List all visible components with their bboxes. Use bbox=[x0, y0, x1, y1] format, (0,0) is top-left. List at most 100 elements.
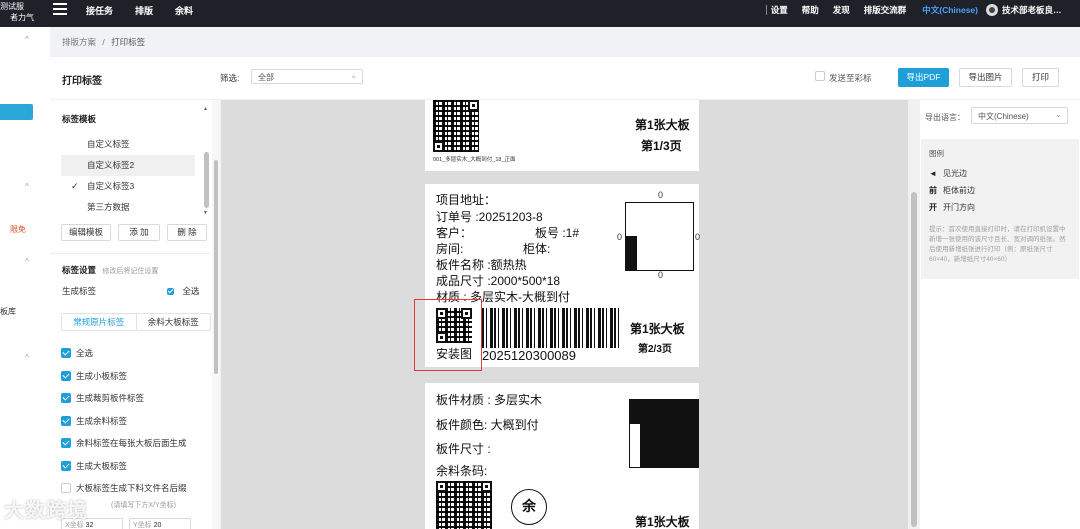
avatar[interactable] bbox=[986, 4, 998, 16]
qr-code bbox=[433, 100, 479, 152]
board-no: 板号 :1# bbox=[535, 226, 580, 240]
legend-row: 前 柜体前边 bbox=[929, 182, 1071, 199]
x-value: 32 bbox=[85, 522, 94, 529]
diagram-right-label: 0 bbox=[695, 232, 701, 242]
template-scrollbar[interactable]: ▲ ▼ bbox=[203, 106, 209, 216]
order-number: 订单号 :20251203-8 bbox=[436, 210, 543, 224]
y-value: 20 bbox=[153, 522, 162, 529]
checkbox[interactable] bbox=[61, 460, 71, 471]
panel-size: 板件尺寸 : bbox=[436, 442, 491, 456]
scroll-thumb[interactable] bbox=[204, 152, 209, 208]
qr-corner bbox=[433, 141, 444, 152]
option-label: 生成余料标签 bbox=[76, 415, 128, 426]
option-item[interactable]: 全选 bbox=[61, 342, 187, 365]
template-section-title: 标签模板 bbox=[62, 114, 97, 124]
filter-label: 筛选: bbox=[220, 73, 240, 83]
diagram-bottom-label: 0 bbox=[658, 270, 664, 280]
nav-community[interactable]: 排版交流群 bbox=[864, 4, 907, 16]
board-number: 第1张大板 bbox=[630, 322, 685, 336]
template-item-selected[interactable]: ✓ 自定义标签3 bbox=[61, 176, 195, 197]
option-item[interactable]: 生成大板标签 bbox=[61, 455, 187, 478]
option-item[interactable]: 生成裁剪板件标签 bbox=[61, 387, 187, 410]
export-pdf-button[interactable]: 导出PDF bbox=[898, 68, 949, 87]
page-number: 第1/3页 bbox=[641, 139, 682, 153]
user-name[interactable]: 技术部老板良… bbox=[1002, 4, 1080, 16]
visible-edge-icon: ◄ bbox=[929, 169, 937, 178]
checkbox[interactable] bbox=[61, 415, 71, 426]
export-language-value: 中文(Chinese) bbox=[978, 112, 1029, 121]
board-library-link[interactable]: 板库 bbox=[0, 306, 16, 317]
label-preview-area: 001_多层实木_大概到付_18_正面 第1张大板 第1/3页 项目地址： 订单… bbox=[221, 100, 908, 529]
diagram-top-label: 0 bbox=[658, 190, 664, 200]
label-card: 001_多层实木_大概到付_18_正面 第1张大板 第1/3页 bbox=[425, 100, 699, 171]
active-menu-item[interactable] bbox=[0, 104, 33, 120]
nav-remain[interactable]: 余料 bbox=[175, 4, 193, 17]
free-tag[interactable]: 限免 bbox=[10, 224, 26, 235]
brand-line2: 者力气 bbox=[10, 13, 34, 22]
remain-cutout bbox=[629, 423, 641, 468]
panel-color: 板件颜色: 大概到付 bbox=[436, 418, 539, 432]
option-item[interactable]: 余料标签在每张大板后面生成 bbox=[61, 432, 187, 455]
filter-select[interactable]: 全部 ⌄ bbox=[251, 69, 363, 84]
breadcrumb: 排版方案 / 打印标签 bbox=[50, 27, 1080, 56]
checkbox[interactable] bbox=[61, 370, 71, 381]
y-coordinate-field[interactable]: Y坐标 20 bbox=[129, 518, 191, 529]
scroll-thumb[interactable] bbox=[911, 192, 917, 527]
scroll-down-icon[interactable]: ▼ bbox=[203, 210, 208, 216]
scroll-up-icon[interactable]: ▲ bbox=[203, 106, 208, 112]
template-item[interactable]: 自定义标签 bbox=[61, 134, 195, 155]
select-all-toggle[interactable]: 全选 bbox=[167, 285, 199, 297]
print-tip: 提示：首次使用直接打印时，请在打印机设置中新增一张使用的该尺寸且长、宽对调的纸张… bbox=[929, 226, 1066, 263]
nav-help[interactable]: 帮助 bbox=[802, 4, 819, 16]
language-switch[interactable]: 中文(Chinese) bbox=[922, 4, 978, 16]
panel-material: 板件材质 : 多层实木 bbox=[436, 393, 543, 407]
export-language-select[interactable]: 中文(Chinese) ⌄ bbox=[971, 107, 1068, 124]
checkbox-unchecked[interactable] bbox=[61, 483, 71, 494]
label-card: 板件材质 : 多层实木 板件颜色: 大概到付 板件尺寸 : 余料条码: 余 第1… bbox=[425, 383, 699, 529]
template-item[interactable]: 自定义标签2 bbox=[61, 155, 195, 176]
select-all-checkbox[interactable] bbox=[167, 288, 174, 296]
send-checkbox[interactable] bbox=[815, 71, 825, 81]
chevron-up-icon[interactable]: ^ bbox=[25, 182, 29, 191]
remain-qr-code bbox=[436, 481, 492, 529]
add-template-button[interactable]: 添 加 bbox=[118, 224, 160, 241]
scroll-thumb[interactable] bbox=[214, 160, 218, 374]
toolbar: 打印标签 筛选: 全部 ⌄ 发送至彩标 导出PDF 导出图片 打印 bbox=[50, 57, 1080, 99]
chevron-down-icon: ⌄ bbox=[1055, 110, 1062, 119]
nav-discover[interactable]: 发现 bbox=[833, 4, 850, 16]
cabinet: 柜体: bbox=[523, 242, 551, 256]
print-button[interactable]: 打印 bbox=[1022, 68, 1059, 87]
tab-normal-labels[interactable]: 常规原片标签 bbox=[62, 314, 137, 330]
checkbox[interactable] bbox=[61, 393, 71, 404]
remain-barcode-label: 余料条码: bbox=[436, 464, 488, 478]
qr-corner bbox=[468, 100, 479, 111]
option-label: 余料标签在每张大板后面生成 bbox=[76, 438, 187, 449]
checkbox[interactable] bbox=[61, 438, 71, 449]
brand: 测试服 者力气 bbox=[0, 1, 44, 23]
delete-template-button[interactable]: 删 除 bbox=[167, 224, 207, 241]
label-type-tabs: 常规原片标签 余料大板标签 bbox=[61, 313, 211, 331]
chevron-up-icon[interactable]: ^ bbox=[25, 353, 29, 362]
option-item[interactable]: 生成余料标签 bbox=[61, 410, 187, 433]
option-item[interactable]: 生成小板标签 bbox=[61, 365, 187, 388]
remain-board-diagram bbox=[629, 399, 699, 468]
preview-scrollbar[interactable] bbox=[908, 100, 920, 529]
tab-remain-labels[interactable]: 余料大板标签 bbox=[137, 314, 211, 330]
chevron-up-icon[interactable]: ^ bbox=[25, 257, 29, 266]
nav-tasks[interactable]: 接任务 bbox=[86, 4, 113, 17]
breadcrumb-parent[interactable]: 排版方案 bbox=[62, 37, 96, 47]
checkbox[interactable] bbox=[61, 348, 71, 359]
export-image-button[interactable]: 导出图片 bbox=[959, 68, 1012, 87]
nav-layout[interactable]: 排版 bbox=[135, 4, 153, 17]
legend-row: 开 开门方向 bbox=[929, 199, 1071, 216]
nav-settings[interactable]: 设置 bbox=[771, 4, 788, 16]
customer: 客户： bbox=[436, 226, 473, 240]
chevron-up-icon[interactable]: ^ bbox=[25, 35, 29, 44]
edit-template-button[interactable]: 编辑模板 bbox=[61, 224, 111, 241]
panel-scrollbar[interactable] bbox=[212, 100, 220, 529]
template-item[interactable]: 第三方数据 bbox=[61, 197, 195, 218]
breadcrumb-separator: / bbox=[102, 37, 105, 47]
generate-label-text: 生成标签 bbox=[62, 286, 97, 296]
menu-toggle-icon[interactable] bbox=[53, 3, 67, 15]
legend-label: 柜体前边 bbox=[943, 186, 975, 195]
